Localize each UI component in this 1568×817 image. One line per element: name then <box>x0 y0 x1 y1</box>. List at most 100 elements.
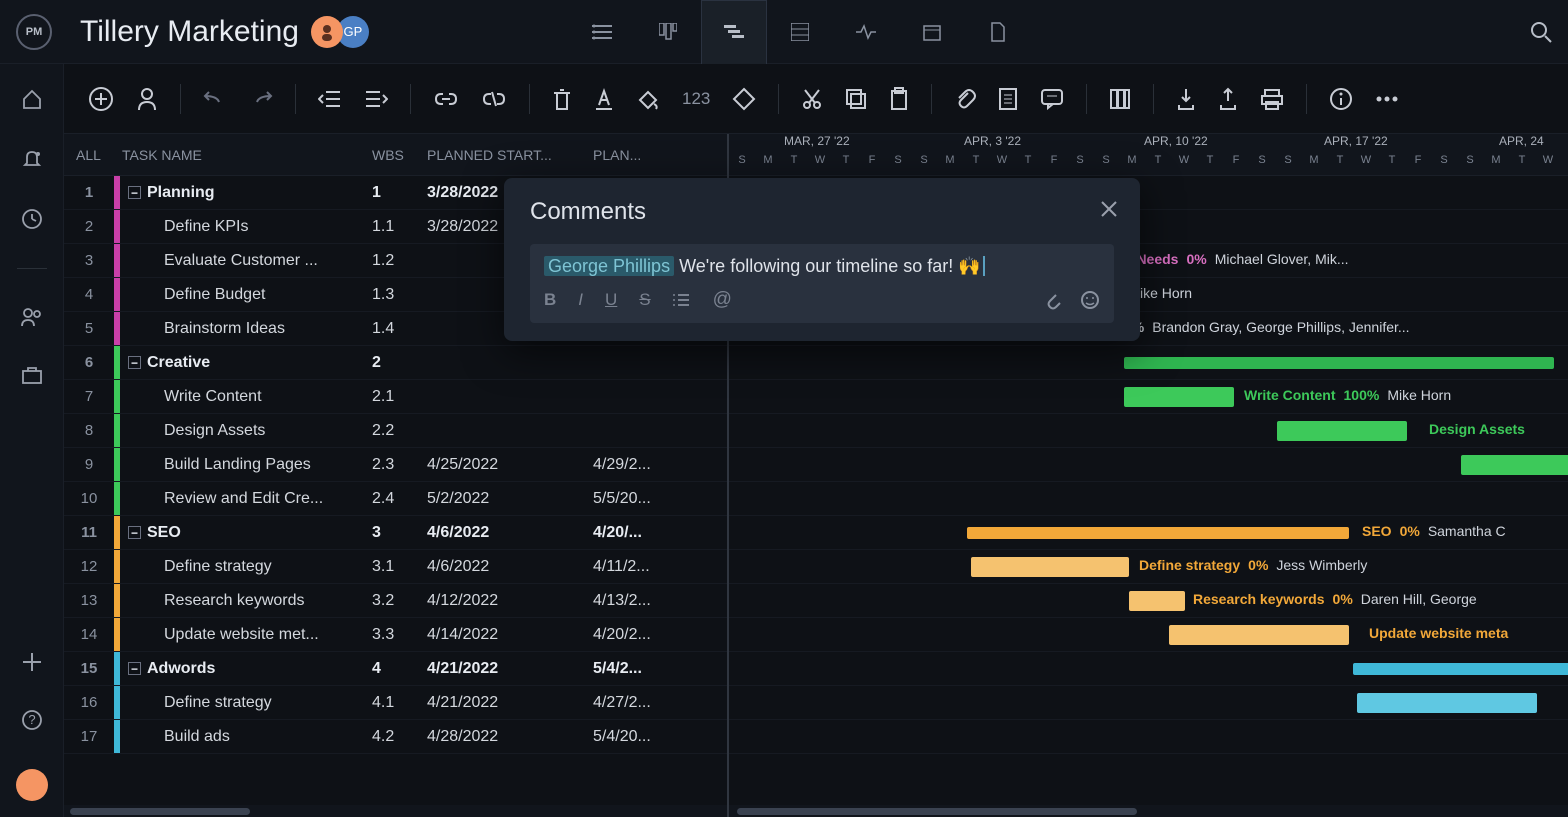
gantt-bar[interactable] <box>1129 591 1185 611</box>
info-icon[interactable] <box>1329 87 1353 111</box>
gantt-bar[interactable] <box>1357 693 1537 713</box>
task-name[interactable]: Review and Edit Cre... <box>120 490 372 508</box>
bold-icon[interactable]: B <box>544 290 556 310</box>
wbs-cell[interactable]: 1 <box>372 184 427 202</box>
briefcase-icon[interactable] <box>21 365 43 385</box>
wbs-cell[interactable]: 2.3 <box>372 456 427 474</box>
list-icon[interactable] <box>673 293 691 307</box>
col-name[interactable]: TASK NAME <box>114 147 372 163</box>
start-cell[interactable]: 4/6/2022 <box>427 524 593 542</box>
wbs-cell[interactable]: 1.4 <box>372 320 427 338</box>
plus-icon[interactable] <box>23 653 41 671</box>
end-cell[interactable]: 4/13/2... <box>593 592 727 610</box>
col-start[interactable]: PLANNED START... <box>427 147 593 163</box>
task-name[interactable]: Evaluate Customer ... <box>120 252 372 270</box>
start-cell[interactable]: 4/14/2022 <box>427 626 593 644</box>
end-cell[interactable]: 4/11/2... <box>593 558 727 576</box>
wbs-cell[interactable]: 2.1 <box>372 388 427 406</box>
wbs-cell[interactable]: 3.1 <box>372 558 427 576</box>
task-name[interactable]: Define strategy <box>120 558 372 576</box>
task-name[interactable]: Design Assets <box>120 422 372 440</box>
start-cell[interactable]: 4/6/2022 <box>427 558 593 576</box>
undo-icon[interactable] <box>203 88 227 110</box>
user-avatar[interactable] <box>16 769 48 801</box>
start-cell[interactable]: 4/25/2022 <box>427 456 593 474</box>
task-name[interactable]: − SEO <box>120 524 372 542</box>
diamond-icon[interactable] <box>732 87 756 111</box>
col-end[interactable]: PLAN... <box>593 147 727 163</box>
view-board-icon[interactable] <box>635 0 701 64</box>
view-activity-icon[interactable] <box>833 0 899 64</box>
italic-icon[interactable]: I <box>578 290 583 310</box>
collapse-icon[interactable]: − <box>128 662 141 675</box>
outdent-icon[interactable] <box>318 90 342 108</box>
gantt-bar[interactable] <box>1124 387 1234 407</box>
unlink-icon[interactable] <box>481 90 507 108</box>
comment-input[interactable]: George Phillips We're following our time… <box>530 244 1114 323</box>
gantt-bar[interactable] <box>1277 421 1407 441</box>
scrollbar[interactable] <box>64 805 727 817</box>
app-logo[interactable]: PM <box>16 14 52 50</box>
task-name[interactable]: Define strategy <box>120 694 372 712</box>
end-cell[interactable]: 5/5/20... <box>593 490 727 508</box>
attach-icon[interactable] <box>954 87 976 111</box>
add-circle-icon[interactable] <box>88 86 114 112</box>
gantt-bar[interactable] <box>1461 455 1568 475</box>
wbs-cell[interactable]: 3.2 <box>372 592 427 610</box>
collapse-icon[interactable]: − <box>128 186 141 199</box>
task-name[interactable]: − Adwords <box>120 660 372 678</box>
redo-icon[interactable] <box>249 88 273 110</box>
collapse-icon[interactable]: − <box>128 526 141 539</box>
table-row[interactable]: 12 Define strategy 3.1 4/6/2022 4/11/2..… <box>64 550 727 584</box>
end-cell[interactable]: 4/27/2... <box>593 694 727 712</box>
task-name[interactable]: Define Budget <box>120 286 372 304</box>
indent-icon[interactable] <box>364 90 388 108</box>
start-cell[interactable]: 4/28/2022 <box>427 728 593 746</box>
wbs-cell[interactable]: 1.2 <box>372 252 427 270</box>
task-name[interactable]: Brainstorm Ideas <box>120 320 372 338</box>
link-icon[interactable] <box>433 92 459 106</box>
wbs-cell[interactable]: 2 <box>372 354 427 372</box>
gantt-bar[interactable] <box>967 527 1349 539</box>
start-cell[interactable]: 4/12/2022 <box>427 592 593 610</box>
columns-icon[interactable] <box>1109 88 1131 110</box>
wbs-cell[interactable]: 3 <box>372 524 427 542</box>
end-cell[interactable]: 4/29/2... <box>593 456 727 474</box>
view-file-icon[interactable] <box>965 0 1031 64</box>
paste-icon[interactable] <box>889 87 909 111</box>
task-name[interactable]: Build ads <box>120 728 372 746</box>
task-name[interactable]: − Planning <box>120 184 372 202</box>
wbs-cell[interactable]: 2.4 <box>372 490 427 508</box>
table-row[interactable]: 7 Write Content 2.1 <box>64 380 727 414</box>
table-row[interactable]: 13 Research keywords 3.2 4/12/2022 4/13/… <box>64 584 727 618</box>
copy-icon[interactable] <box>845 88 867 110</box>
search-icon[interactable] <box>1530 21 1552 43</box>
table-row[interactable]: 17 Build ads 4.2 4/28/2022 5/4/20... <box>64 720 727 754</box>
print-icon[interactable] <box>1260 88 1284 110</box>
import-icon[interactable] <box>1176 87 1196 111</box>
underline-icon[interactable]: U <box>605 290 617 310</box>
trash-icon[interactable] <box>552 87 572 111</box>
close-icon[interactable] <box>1100 200 1118 218</box>
view-calendar-icon[interactable] <box>899 0 965 64</box>
comment-icon[interactable] <box>1040 88 1064 110</box>
strike-icon[interactable]: S <box>639 290 650 310</box>
gantt-bar[interactable] <box>1353 663 1568 675</box>
emoji-icon[interactable] <box>1080 290 1100 310</box>
task-name[interactable]: Write Content <box>120 388 372 406</box>
task-name[interactable]: Research keywords <box>120 592 372 610</box>
wbs-cell[interactable]: 4.1 <box>372 694 427 712</box>
wbs-cell[interactable]: 4.2 <box>372 728 427 746</box>
home-icon[interactable] <box>21 88 43 110</box>
col-all[interactable]: ALL <box>64 147 114 163</box>
mention-tag[interactable]: George Phillips <box>544 256 674 276</box>
gantt-bar[interactable] <box>1124 357 1554 369</box>
avatar-group[interactable]: GP <box>317 16 369 48</box>
table-row[interactable]: 11 − SEO 3 4/6/2022 4/20/... <box>64 516 727 550</box>
wbs-cell[interactable]: 3.3 <box>372 626 427 644</box>
collapse-icon[interactable]: − <box>128 356 141 369</box>
team-icon[interactable] <box>20 307 44 327</box>
more-icon[interactable] <box>1375 95 1399 103</box>
number-format[interactable]: 123 <box>682 89 710 109</box>
export-icon[interactable] <box>1218 87 1238 111</box>
